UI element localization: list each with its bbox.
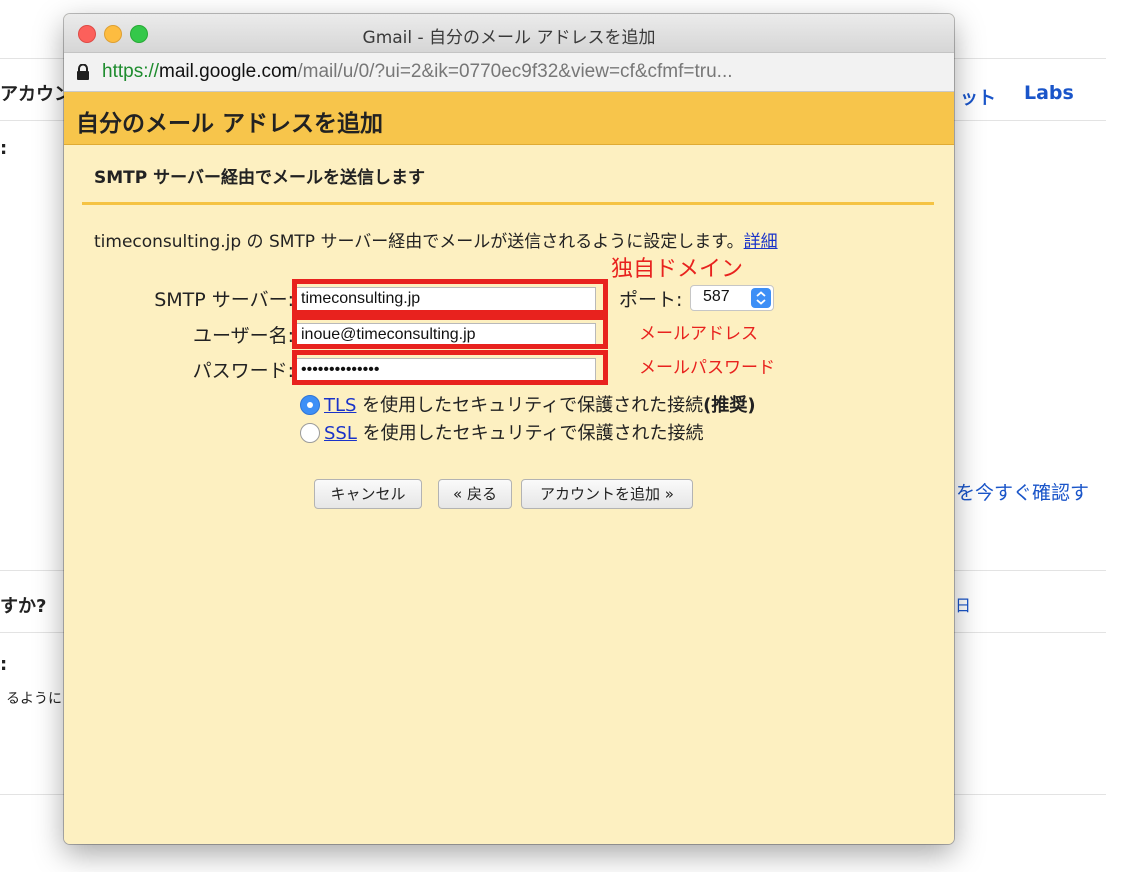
back-button[interactable]: « 戻る [438,479,512,509]
section-divider [82,202,934,205]
smtp-server-label: SMTP サーバー: [154,289,294,311]
window-title: Gmail - 自分のメール アドレスを追加 [362,28,656,48]
bg-check-now-link[interactable]: を今すぐ確認す [956,478,1089,505]
dialog-title: 自分のメール アドレスを追加 [76,111,384,137]
highlight-box-username [292,315,608,349]
add-address-popup-window: Gmail - 自分のメール アドレスを追加 https://mail.goog… [64,14,954,844]
tls-option-text: TLS を使用したセキュリティで保護された接続(推奨) [324,391,756,417]
port-label: ポート: [619,289,683,311]
bg-colon-text-2: : [0,654,8,675]
tls-link[interactable]: TLS [324,395,356,416]
section-title: SMTP サーバー経由でメールを送信します [94,168,425,188]
cancel-button[interactable]: キャンセル [314,479,422,509]
tls-option-label: を使用したセキュリティで保護された接続 [356,395,704,416]
ssl-option-text: SSL を使用したセキュリティで保護された接続 [324,419,704,445]
window-titlebar[interactable]: Gmail - 自分のメール アドレスを追加 [64,14,954,53]
annotation-own-domain: 独自ドメイン [611,257,744,282]
bg-account-text: アカウン [0,84,72,105]
lock-icon [77,64,89,80]
url-path: /mail/u/0/?ui=2&ik=0770ec9f32&view=cf&cf… [297,61,733,82]
annotation-mail-password: メールパスワード [639,358,775,378]
description-text: timeconsulting.jp の SMTP サーバー経由でメールが送信され… [94,232,744,252]
bg-colon-text: : [0,138,8,159]
password-label: パスワード: [192,360,294,382]
add-account-button[interactable]: アカウントを追加 » [521,479,693,509]
bg-labs-link[interactable]: Labs [1024,82,1074,104]
bg-question-text: すか? [0,596,47,617]
annotation-mail-address: メールアドレス [639,324,758,344]
bg-you-text: るように [6,691,62,707]
port-value: 587 [703,288,730,305]
highlight-box-smtp [292,279,608,315]
address-bar[interactable]: https://mail.google.com/mail/u/0/?ui=2&i… [64,53,954,92]
url-host: mail.google.com [159,61,298,82]
ssl-option-label: を使用したセキュリティで保護された接続 [356,423,704,444]
url-scheme: https:// [102,61,160,82]
tls-recommended-label: (推奨) [703,395,756,416]
tls-radio[interactable] [300,395,320,415]
port-select[interactable]: 587 [690,285,774,311]
ssl-link[interactable]: SSL [324,423,357,444]
details-link[interactable]: 詳細 [744,232,778,252]
username-label: ユーザー名: [192,325,294,347]
dialog-body: SMTP サーバー経由でメールを送信します timeconsulting.jp … [64,145,954,844]
ssl-radio[interactable] [300,423,320,443]
smtp-description: timeconsulting.jp の SMTP サーバー経由でメールが送信され… [94,227,778,252]
bg-tab-text[interactable]: ット [960,84,996,110]
bg-small-link[interactable]: 日 [955,592,971,616]
highlight-box-password [292,350,608,385]
url-text[interactable]: https://mail.google.com/mail/u/0/?ui=2&i… [102,61,733,83]
dialog-header: 自分のメール アドレスを追加 [64,92,954,145]
chevron-updown-icon [751,288,771,308]
